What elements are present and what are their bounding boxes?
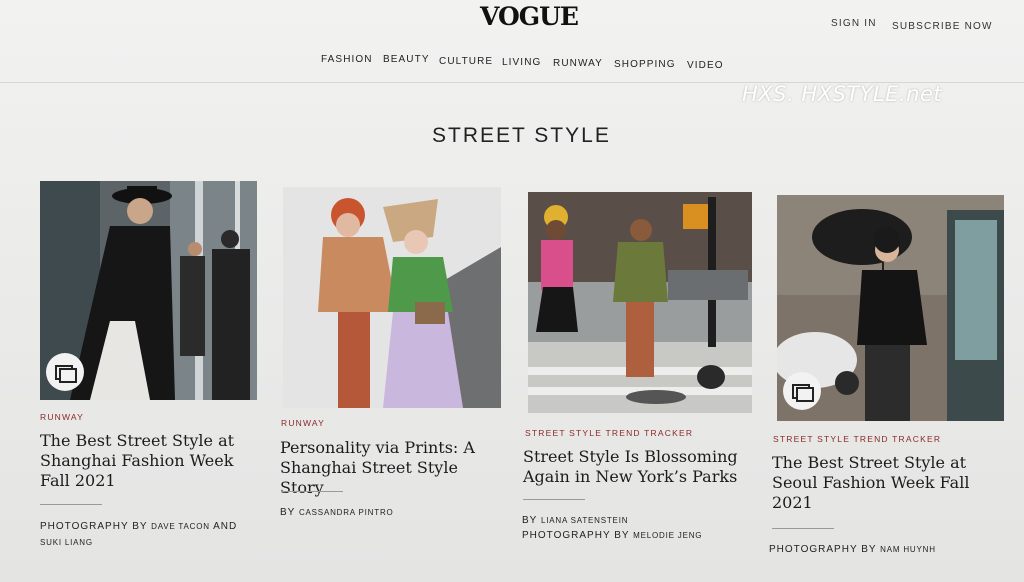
author-name[interactable]: CASSANDRA PINTRO [299,508,394,517]
article-credit: BY CASSANDRA PINTRO [280,507,394,518]
vogue-logo[interactable]: VOGUE [480,2,579,31]
page-title: STREET STYLE [432,124,611,147]
divider [40,504,102,505]
nav-living[interactable]: LIVING [502,57,541,68]
gallery-icon[interactable] [46,353,84,391]
gallery-icon[interactable] [783,372,821,410]
nav-beauty[interactable]: BEAUTY [383,54,430,65]
sign-in-link[interactable]: SIGN IN [831,18,877,29]
divider [772,528,834,529]
nav-shopping[interactable]: SHOPPING [614,59,676,70]
article-category[interactable]: STREET STYLE TREND TRACKER [773,434,941,444]
divider [523,499,585,500]
article-headline[interactable]: The Best Street Style at Shanghai Fashio… [40,431,255,491]
article-credit-line2: PHOTOGRAPHY BY MELODIE JENG [522,530,702,541]
author-name[interactable]: MELODIE JENG [633,531,702,540]
article-image[interactable] [528,192,752,413]
article-category[interactable]: STREET STYLE TREND TRACKER [525,428,693,438]
author-name[interactable]: NAM HUYNH [880,545,936,554]
credit-prefix: BY [522,515,538,526]
article-headline[interactable]: The Best Street Style at Seoul Fashion W… [772,453,987,513]
divider [281,491,343,492]
article-credit: BY LIANA SATENSTEIN [522,515,628,526]
main-nav: FASHION BEAUTY CULTURE LIVING RUNWAY SHO… [320,54,740,74]
article-headline[interactable]: Personality via Prints: A Shanghai Stree… [280,438,495,498]
nav-culture[interactable]: CULTURE [439,56,493,67]
article-category[interactable]: RUNWAY [281,418,325,428]
author-name[interactable]: LIANA SATENSTEIN [541,516,628,525]
credit-prefix: PHOTOGRAPHY BY [522,530,630,541]
screen: VOGUE SIGN IN SUBSCRIBE NOW FASHION BEAU… [0,0,1024,582]
article-credit: PHOTOGRAPHY BY NAM HUYNH [769,544,936,555]
credit-prefix: PHOTOGRAPHY BY [40,521,148,532]
article-category[interactable]: RUNWAY [40,412,84,422]
credit-prefix: BY [280,507,296,518]
author-name[interactable]: SUKI LIANG [40,538,93,547]
article-headline[interactable]: Street Style Is Blossoming Again in New … [523,447,748,487]
credit-conjunction: AND [213,521,238,532]
nav-fashion[interactable]: FASHION [321,54,373,65]
author-name[interactable]: DAVE TACON [151,522,210,531]
subscribe-now-link[interactable]: SUBSCRIBE NOW [892,21,993,32]
top-bar: VOGUE SIGN IN SUBSCRIBE NOW [0,0,1024,44]
article-credit-line2: SUKI LIANG [40,537,93,548]
article-image[interactable] [283,187,501,408]
credit-prefix: PHOTOGRAPHY BY [769,544,877,555]
article-credit: PHOTOGRAPHY BY DAVE TACON AND [40,521,237,532]
nav-video[interactable]: VIDEO [687,60,724,71]
nav-runway[interactable]: RUNWAY [553,58,603,69]
watermark: HXS. HXSTYLE.net [742,82,943,106]
